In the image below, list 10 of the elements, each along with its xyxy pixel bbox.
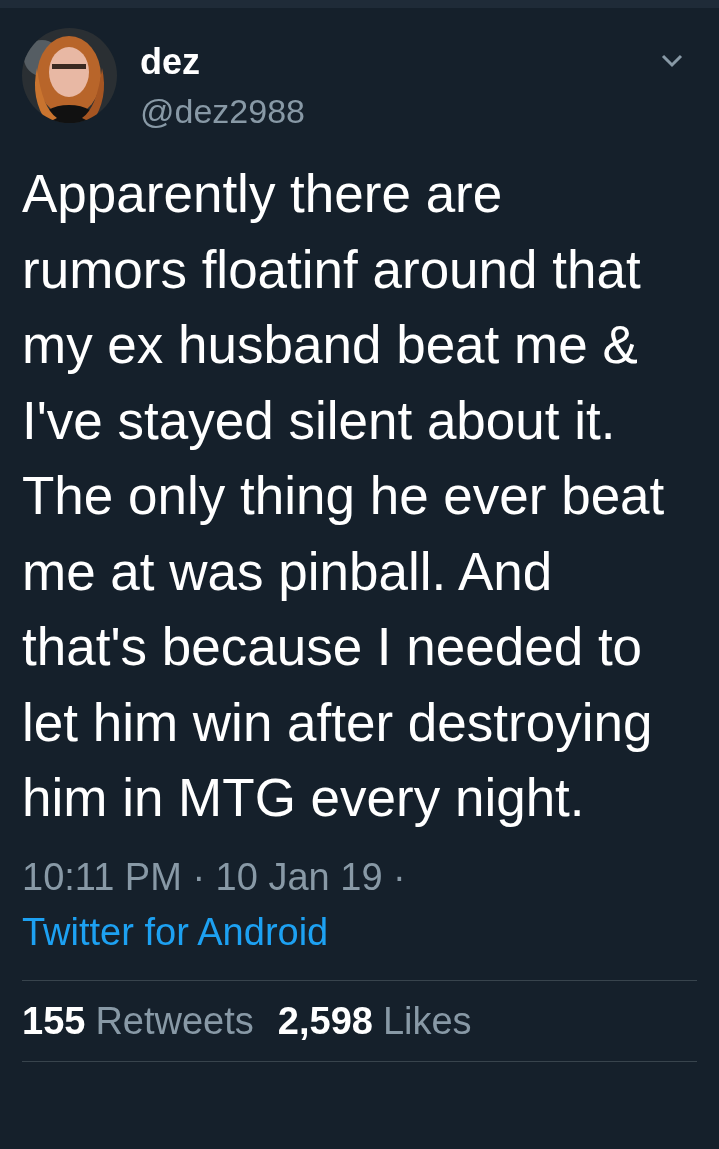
stat-count: 2,598 xyxy=(277,998,373,1043)
user-name[interactable]: dez xyxy=(140,42,638,82)
tweet-timestamp: 10:11 PM · 10 Jan 19 · Twitter for Android xyxy=(22,854,407,955)
user-handle[interactable]: @dez2988 xyxy=(140,88,638,134)
stat-label[interactable]: Likes xyxy=(382,998,472,1043)
source-link[interactable]: Twitter for Android xyxy=(22,910,329,953)
tweet-text: Apparently there are rumors floatinf around that my ex husband beat me & I've stayed silent about it. The only thing he ever beat me at was pinball. And that's because I needed to let him win after destroying him in MTG every night. xyxy=(22,163,666,829)
stat-label[interactable]: Retweets xyxy=(95,998,254,1043)
chevron-down-icon[interactable] xyxy=(661,54,683,68)
stat-count: 155 xyxy=(22,998,86,1043)
